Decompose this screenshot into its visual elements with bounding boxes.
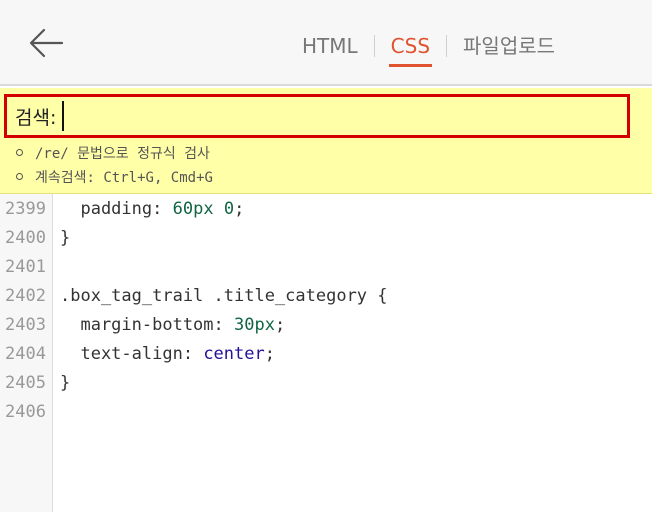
code-token: ; — [264, 344, 275, 364]
code-token: 30px — [234, 315, 275, 335]
code-token: : — [213, 315, 235, 335]
line-number: 2406 — [5, 402, 46, 422]
line-number: 2401 — [5, 257, 46, 277]
code-text: } — [60, 224, 70, 253]
code-token: center — [203, 344, 265, 364]
code-line: 2404 text-align: center; — [0, 340, 652, 369]
bullet-icon — [16, 172, 23, 180]
back-button[interactable] — [26, 26, 66, 60]
code-text: padding: 60px 0; — [60, 195, 244, 224]
line-number: 2402 — [5, 286, 46, 306]
code-text: .box_tag_trail .title_category { — [60, 282, 388, 311]
code-token: { — [377, 286, 388, 306]
tab-css[interactable]: CSS — [388, 28, 433, 67]
line-number: 2403 — [5, 315, 46, 335]
code-line: 2403 margin-bottom: 30px; — [0, 311, 652, 340]
search-hints: /re/ 문법으로 정규식 검사 계속검색: Ctrl+G, Cmd+G — [16, 142, 636, 190]
code-text: margin-bottom: 30px; — [60, 311, 285, 340]
code-token: margin-bottom — [60, 315, 214, 335]
tab-divider — [373, 35, 375, 57]
code-line: 2405} — [0, 369, 652, 398]
arrow-left-icon — [29, 28, 64, 58]
line-number: 2399 — [5, 199, 46, 219]
code-token: ; — [234, 199, 245, 219]
code-token: 0 — [223, 199, 235, 219]
app-header: HTML CSS 파일업로드 — [0, 0, 652, 86]
hint-text: 계속검색: Ctrl+G, Cmd+G — [35, 170, 213, 186]
tab-bar: HTML CSS 파일업로드 — [300, 28, 557, 68]
code-token: : — [152, 199, 173, 219]
search-box: 검색: — [4, 94, 630, 138]
bullet-icon — [16, 148, 23, 156]
search-hint-shortcut: 계속검색: Ctrl+G, Cmd+G — [16, 166, 636, 190]
line-number: 2405 — [5, 373, 46, 393]
hint-text: /re/ 문법으로 정규식 검사 — [35, 146, 210, 162]
code-token: padding — [60, 199, 153, 219]
tab-html[interactable]: HTML — [300, 28, 360, 64]
code-text: } — [60, 369, 70, 398]
code-line: 2401 — [0, 253, 652, 282]
code-line: 2399 padding: 60px 0; — [0, 195, 652, 224]
code-line: 2406 — [0, 398, 652, 427]
search-input[interactable] — [62, 101, 627, 131]
code-text: text-align: center; — [60, 340, 275, 369]
line-number: 2404 — [5, 344, 46, 364]
code-token: text-align — [60, 344, 183, 364]
search-label: 검색: — [15, 106, 57, 129]
search-hint-regex: /re/ 문법으로 정규식 검사 — [16, 142, 636, 166]
code-token: .box_tag_trail .title_category — [60, 286, 378, 306]
code-token: } — [60, 228, 71, 248]
code-token: 60px — [172, 199, 214, 219]
tab-divider — [446, 35, 448, 57]
search-dialog: 검색: /re/ 문법으로 정규식 검사 계속검색: Ctrl+G, Cmd+G — [0, 88, 652, 194]
code-line: 2402 .box_tag_trail .title_category { — [0, 282, 652, 311]
code-token: : — [182, 344, 204, 364]
line-number: 2400 — [5, 228, 46, 248]
code-token: } — [60, 373, 71, 393]
code-line: 2400} — [0, 224, 652, 253]
tab-file-upload[interactable]: 파일업로드 — [461, 28, 557, 64]
code-token: ; — [274, 315, 286, 335]
